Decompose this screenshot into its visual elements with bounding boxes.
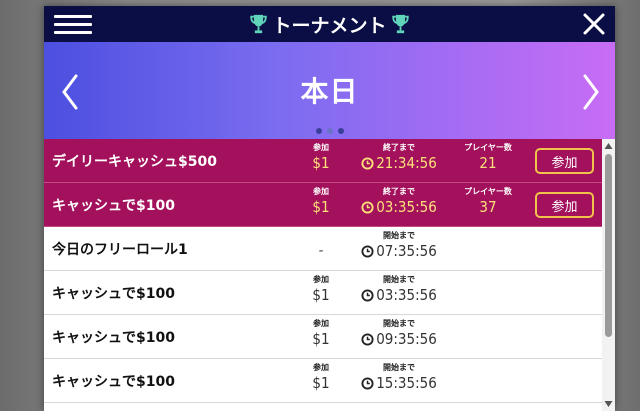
title-text: トーナメント [272,14,387,37]
entry-value: - [318,241,324,259]
players-label: プレイヤー数 [464,143,512,152]
top-bar: トーナメント [44,6,615,42]
tournament-panel: トーナメント 本日 デイリーキャッシュ$500 参加 $1 終了まで 21:34… [44,6,615,411]
entry-fee: 参加 $1 [296,363,346,393]
chevron-right-icon[interactable] [579,72,603,112]
tournament-row[interactable]: キャッシュで$100 参加 $1 開始まで 15:35:56 [44,359,602,403]
entry-fee: 参加 $1 [296,319,346,349]
carousel-dot[interactable] [327,128,333,134]
scroll-thumb[interactable] [605,154,612,337]
clock-icon [361,200,374,214]
trophy-icon [250,14,268,34]
entry-label: 参加 [313,187,329,196]
list-scrollbar[interactable] [602,139,615,411]
time-remaining: 開始まで 07:35:56 [354,231,444,261]
time-remaining: 開始まで 15:35:56 [354,363,444,393]
players-value: 21 [479,154,497,172]
time-label: 開始まで [383,231,415,240]
entry-label: 参加 [313,319,329,328]
hamburger-icon[interactable] [54,13,92,35]
carousel-dots [310,128,350,136]
clock-icon [361,376,374,390]
entry-fee: - [296,231,346,260]
time-remaining: 終了まで 03:35:56 [354,187,444,217]
tournament-row[interactable]: 今日のフリーロール1 - 開始まで 07:35:56 [44,227,602,271]
tournament-name: キャッシュで$100 [52,198,175,214]
clock-icon [361,288,374,302]
tournament-row[interactable]: キャッシュで$100 参加 $1 開始まで 09:35:56 [44,315,602,359]
tournament-row[interactable]: キャッシュで$100 参加 $1 開始まで 03:35:56 [44,271,602,315]
players-value: 37 [479,198,497,216]
scroll-down-icon[interactable] [603,399,614,409]
clock-icon [361,156,374,170]
entry-value: $1 [312,154,330,172]
time-remaining: 開始まで 09:35:56 [354,319,444,349]
tournament-row[interactable]: デイリーキャッシュ$500 参加 $1 終了まで 21:34:56 プレイヤー数… [44,139,602,183]
entry-value: $1 [312,198,330,216]
tournament-name: キャッシュで$100 [52,374,175,390]
page-title: トーナメント [234,10,425,38]
time-value: 09:35:56 [376,330,437,348]
clock-icon [361,244,374,258]
time-label: 開始まで [383,363,415,372]
entry-fee: 参加 $1 [296,143,346,173]
time-value: 07:35:56 [376,242,437,260]
entry-fee: 参加 $1 [296,187,346,217]
close-icon[interactable] [581,11,607,37]
carousel-dot[interactable] [338,128,344,134]
tournament-row[interactable]: キャッシュで$100 参加 $1 終了まで 03:35:56 プレイヤー数 37 [44,183,602,227]
player-count: プレイヤー数 21 [448,143,528,173]
time-remaining: 終了まで 21:34:56 [354,143,444,173]
entry-value: $1 [312,330,330,348]
time-value: 21:34:56 [376,154,437,172]
entry-value: $1 [312,286,330,304]
time-value: 03:35:56 [376,286,437,304]
entry-fee: 参加 $1 [296,275,346,305]
time-value: 15:35:56 [376,374,437,392]
time-remaining: 開始まで 03:35:56 [354,275,444,305]
clock-icon [361,332,374,346]
players-label: プレイヤー数 [464,187,512,196]
time-value: 03:35:56 [376,198,437,216]
join-button[interactable]: 参加 [535,148,594,174]
entry-label: 参加 [313,363,329,372]
trophy-icon [391,14,409,34]
entry-value: $1 [312,374,330,392]
entry-label: 参加 [313,275,329,284]
date-carousel: 本日 [44,42,615,139]
join-button[interactable]: 参加 [535,192,594,218]
carousel-title: 本日 [300,75,359,108]
tournament-name: キャッシュで$100 [52,286,175,302]
tournament-name: デイリーキャッシュ$500 [52,154,217,170]
tournament-name: キャッシュで$100 [52,330,175,346]
time-label: 終了まで [383,187,415,196]
time-label: 開始まで [383,319,415,328]
time-label: 終了まで [383,143,415,152]
tournament-list: デイリーキャッシュ$500 参加 $1 終了まで 21:34:56 プレイヤー数… [44,139,602,411]
time-label: 開始まで [383,275,415,284]
entry-label: 参加 [313,143,329,152]
carousel-dot[interactable] [316,128,322,134]
scroll-up-icon[interactable] [603,141,614,151]
player-count: プレイヤー数 37 [448,187,528,217]
tournament-name: 今日のフリーロール1 [52,242,188,258]
